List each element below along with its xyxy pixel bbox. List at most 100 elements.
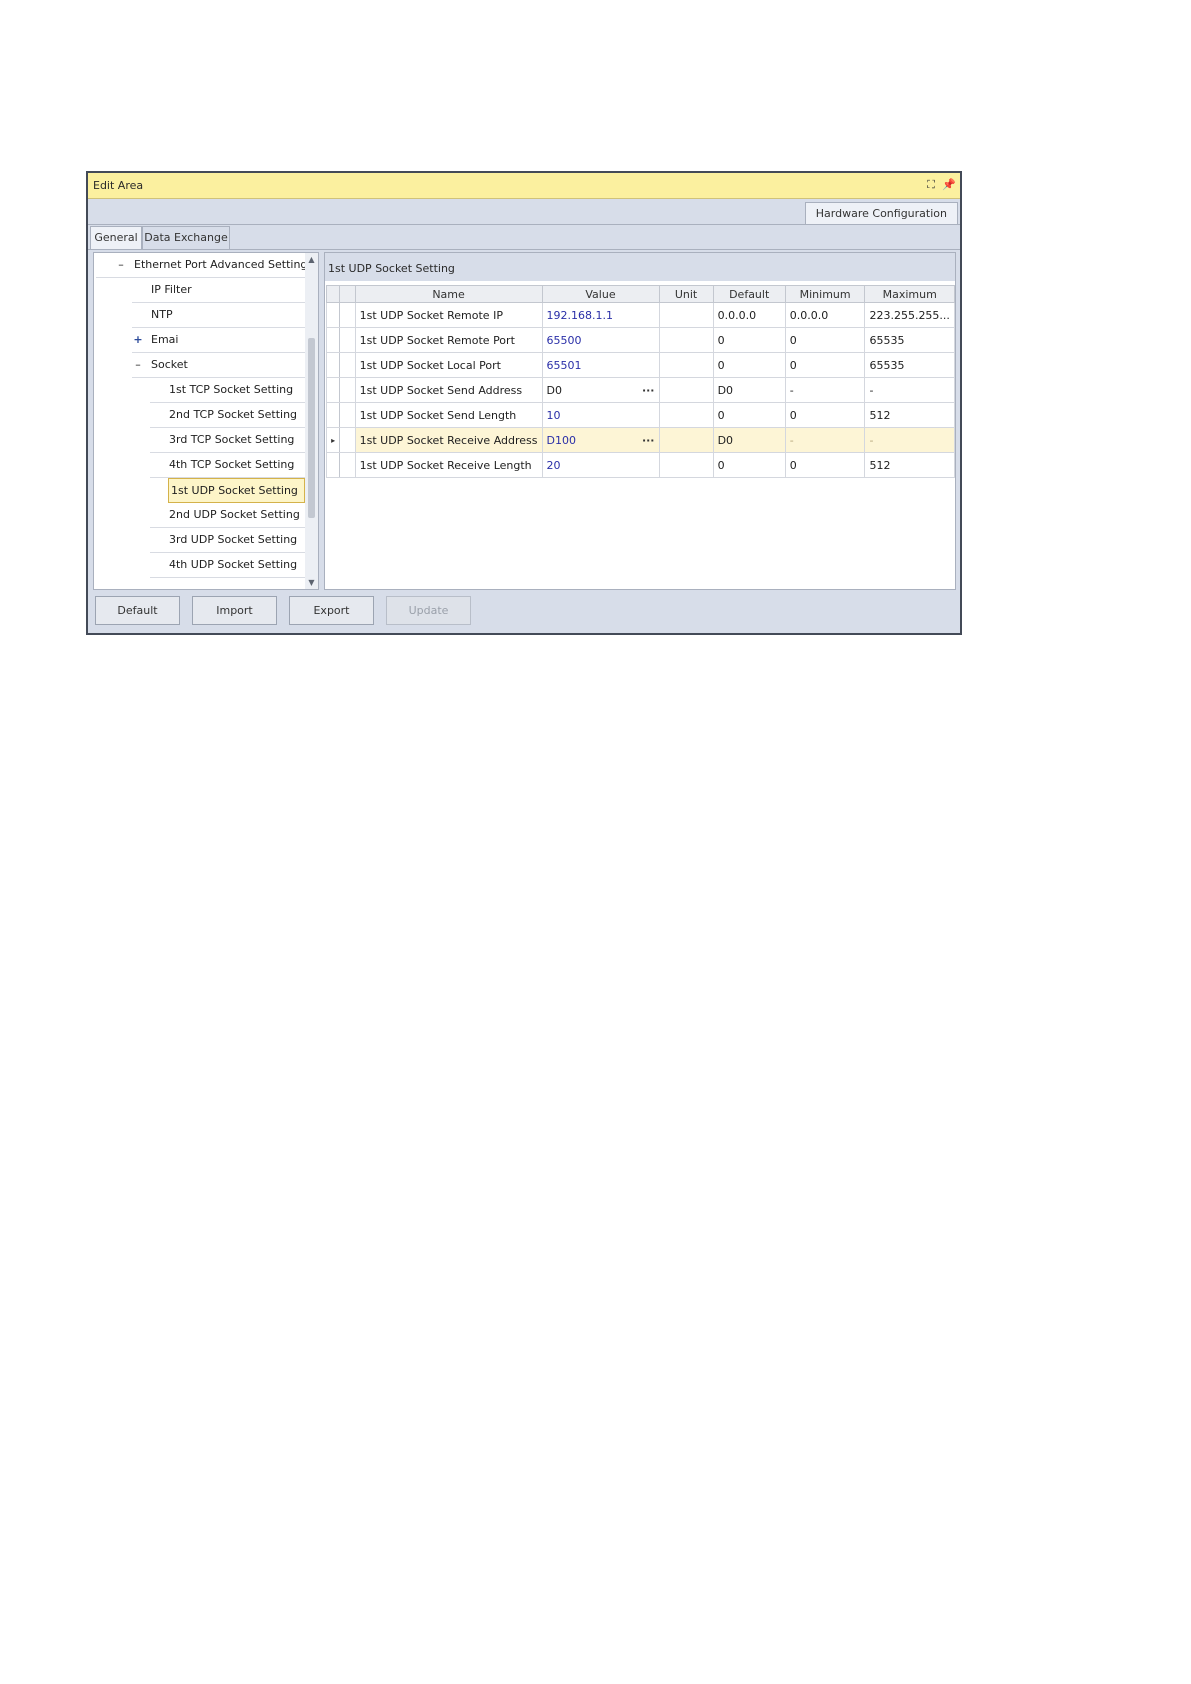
value-field[interactable]: 20 — [541, 452, 660, 478]
unit-cell — [658, 302, 714, 328]
param-name: 1st UDP Socket Send Address — [354, 377, 543, 403]
tree-item-label: Emai — [151, 333, 179, 346]
column-header-minimum[interactable]: Minimum — [784, 285, 866, 303]
tree-item-label: Ethernet Port Advanced Setting — [134, 258, 308, 271]
unit-cell — [658, 377, 714, 403]
tree-item-label: 1st UDP Socket Setting — [171, 484, 298, 497]
maximum-cell: - — [864, 427, 955, 453]
tree-item-label: Socket — [151, 358, 188, 371]
pin-icon[interactable]: 📌 — [942, 178, 956, 192]
import-button[interactable]: Import — [192, 596, 277, 625]
table-row[interactable]: 1st UDP Socket Send Length 10 0 0 512 — [325, 402, 955, 428]
param-name: 1st UDP Socket Send Length — [354, 402, 543, 428]
value-field[interactable]: D0 ··· — [541, 377, 660, 403]
current-row-icon[interactable]: ▸ — [325, 427, 341, 453]
row-indicator[interactable] — [325, 377, 341, 403]
row-blank — [339, 327, 356, 353]
tree-item-2nd-udp-socket-setting[interactable]: 2nd UDP Socket Setting — [150, 503, 305, 528]
value-field[interactable]: 10 — [541, 402, 660, 428]
tree-item-label: 4th TCP Socket Setting — [169, 458, 295, 471]
browse-icon[interactable]: ··· — [642, 384, 655, 397]
divider — [88, 224, 960, 225]
expand-icon[interactable]: + — [133, 328, 143, 352]
tree-item-label: 4th UDP Socket Setting — [169, 558, 298, 571]
value-text: D100 — [546, 433, 576, 447]
unit-cell — [658, 402, 714, 428]
column-header-value[interactable]: Value — [541, 285, 660, 303]
table-row[interactable]: 1st UDP Socket Local Port 65501 0 0 6553… — [325, 352, 955, 378]
table-row[interactable]: 1st UDP Socket Receive Length 20 0 0 512 — [325, 452, 955, 478]
export-button[interactable]: Export — [289, 596, 374, 625]
grid-header-row: Name Value Unit Default Minimum Maximum — [325, 285, 955, 303]
row-indicator[interactable] — [325, 352, 341, 378]
default-cell: 0 — [712, 402, 786, 428]
tree-item-2nd-tcp-socket-setting[interactable]: 2nd TCP Socket Setting — [150, 403, 305, 428]
tree-item-ip-filter[interactable]: IP Filter — [132, 278, 305, 303]
column-header-unit[interactable]: Unit — [658, 285, 714, 303]
table-row[interactable]: 1st UDP Socket Remote IP 192.168.1.1 0.0… — [325, 302, 955, 328]
tab-data-exchange[interactable]: Data Exchange — [142, 226, 230, 249]
column-header-default[interactable]: Default — [712, 285, 786, 303]
default-cell: 0 — [712, 352, 786, 378]
update-button[interactable]: Update — [386, 596, 471, 625]
property-grid: Name Value Unit Default Minimum Maximum … — [325, 285, 955, 478]
table-row[interactable]: 1st UDP Socket Send Address D0 ··· D0 - … — [325, 377, 955, 403]
maximum-cell: 223.255.255... — [864, 302, 955, 328]
restore-icon[interactable]: ⛶ — [924, 178, 938, 192]
row-blank — [339, 452, 356, 478]
tree-item-1st-udp-socket-setting[interactable]: 1st UDP Socket Setting — [168, 478, 305, 503]
table-row-selected[interactable]: ▸ 1st UDP Socket Receive Address D100 ··… — [325, 427, 955, 453]
tree-item-ntp[interactable]: NTP — [132, 303, 305, 328]
tree-item-ethernet-port-advanced-setting[interactable]: – Ethernet Port Advanced Setting — [96, 253, 308, 278]
tree-item-email[interactable]: + Emai — [132, 328, 305, 353]
tree-item-1st-tcp-socket-setting[interactable]: 1st TCP Socket Setting — [150, 378, 305, 403]
edit-area-window: Edit Area ⛶ 📌 Hardware Configuration Gen… — [86, 171, 962, 635]
value-field[interactable]: D100 ··· — [541, 427, 660, 453]
param-name: 1st UDP Socket Receive Length — [354, 452, 543, 478]
browse-icon[interactable]: ··· — [642, 434, 655, 447]
default-button[interactable]: Default — [95, 596, 180, 625]
tree-item-socket[interactable]: – Socket — [132, 353, 305, 378]
unit-cell — [658, 352, 714, 378]
table-row[interactable]: 1st UDP Socket Remote Port 65500 0 0 655… — [325, 327, 955, 353]
maximum-cell: 512 — [864, 452, 955, 478]
value-field[interactable]: 65500 — [541, 327, 660, 353]
row-indicator[interactable] — [325, 452, 341, 478]
scroll-up-icon[interactable]: ▲ — [305, 253, 318, 266]
tree-item-3rd-udp-socket-setting[interactable]: 3rd UDP Socket Setting — [150, 528, 305, 553]
collapse-icon[interactable]: – — [133, 353, 143, 377]
value-field[interactable]: 192.168.1.1 — [541, 302, 660, 328]
tree-item-label: NTP — [151, 308, 173, 321]
scroll-down-icon[interactable]: ▼ — [305, 576, 318, 589]
tree-item-4th-tcp-socket-setting[interactable]: 4th TCP Socket Setting — [150, 453, 305, 478]
row-indicator[interactable] — [325, 327, 341, 353]
minimum-cell: 0 — [784, 352, 866, 378]
tab-hardware-configuration[interactable]: Hardware Configuration — [804, 202, 958, 224]
tab-general[interactable]: General — [90, 226, 142, 249]
minimum-cell: 0 — [784, 327, 866, 353]
row-blank — [339, 352, 356, 378]
panel-title: 1st UDP Socket Setting — [328, 262, 455, 275]
value-field[interactable]: 65501 — [541, 352, 660, 378]
default-cell: 0.0.0.0 — [712, 302, 786, 328]
scrollbar-thumb[interactable] — [308, 338, 315, 518]
tree-item-label: 3rd UDP Socket Setting — [169, 533, 298, 546]
row-indicator[interactable] — [325, 402, 341, 428]
tree-scrollbar[interactable]: ▲ ▼ — [305, 253, 318, 589]
collapse-icon[interactable]: – — [116, 253, 126, 277]
row-blank — [339, 427, 356, 453]
unit-cell — [658, 327, 714, 353]
column-header-maximum[interactable]: Maximum — [864, 285, 955, 303]
tree-item-label: 2nd TCP Socket Setting — [169, 408, 298, 421]
maximum-cell: 512 — [864, 402, 955, 428]
blank-header — [339, 285, 356, 303]
minimum-cell: - — [784, 427, 866, 453]
tree-item-label: IP Filter — [151, 283, 192, 296]
row-indicator-header — [325, 285, 341, 303]
row-indicator[interactable] — [325, 302, 341, 328]
param-name: 1st UDP Socket Remote Port — [354, 327, 543, 353]
column-header-name[interactable]: Name — [354, 285, 543, 303]
tree-item-4th-udp-socket-setting[interactable]: 4th UDP Socket Setting — [150, 553, 305, 578]
tree-item-3rd-tcp-socket-setting[interactable]: 3rd TCP Socket Setting — [150, 428, 305, 453]
settings-tree: – Ethernet Port Advanced Setting IP Filt… — [93, 252, 319, 590]
